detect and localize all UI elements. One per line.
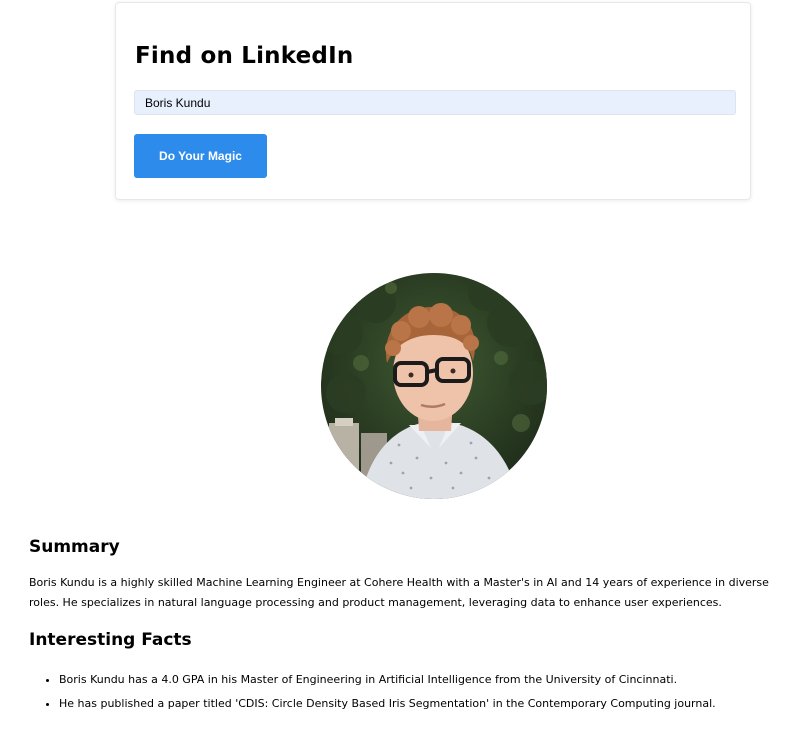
profile-photo-image: [321, 273, 547, 499]
summary-text: Boris Kundu is a highly skilled Machine …: [29, 576, 769, 609]
card-title: Find on LinkedIn: [135, 43, 354, 69]
list-item: Boris Kundu has a 4.0 GPA in his Master …: [59, 668, 799, 692]
profile-photo: [321, 273, 547, 499]
do-your-magic-button[interactable]: Do Your Magic: [134, 134, 267, 178]
list-item: He has published a paper titled 'CDIS: C…: [59, 692, 799, 716]
interesting-facts-heading: Interesting Facts: [29, 630, 192, 650]
facts-list: Boris Kundu has a 4.0 GPA in his Master …: [29, 668, 799, 716]
search-input[interactable]: [134, 90, 736, 115]
search-card: Find on LinkedIn Do Your Magic: [115, 2, 751, 200]
summary-heading: Summary: [29, 537, 120, 557]
